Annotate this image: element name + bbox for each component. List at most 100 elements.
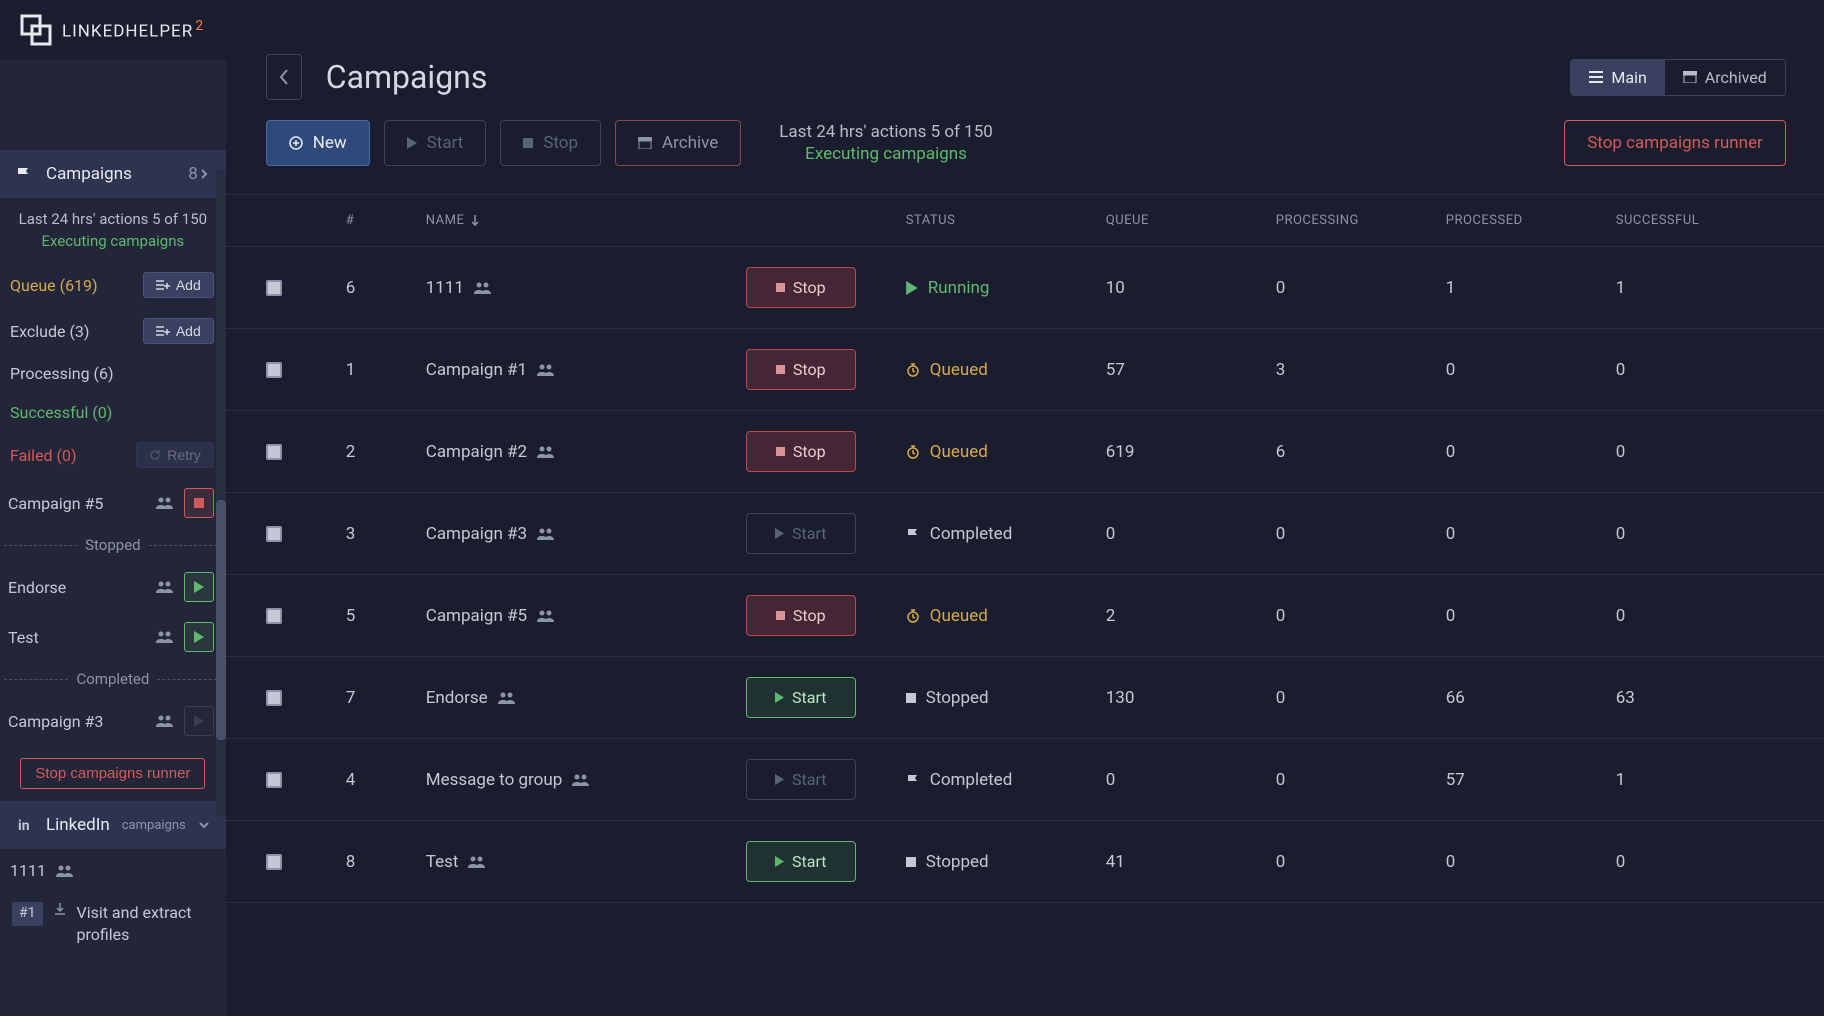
- table-row: 2Campaign #2StopQueued619600: [226, 411, 1824, 493]
- archive-icon: [638, 137, 652, 149]
- completed-icon: [906, 527, 920, 541]
- row-name[interactable]: Campaign #5: [426, 606, 746, 626]
- sidebar-nav-campaigns[interactable]: Campaigns 8: [0, 150, 226, 198]
- row-processed: 0: [1446, 524, 1616, 544]
- th-processed[interactable]: PROCESSED: [1446, 213, 1616, 228]
- row-num: 3: [346, 524, 426, 544]
- row-successful: 0: [1616, 524, 1786, 544]
- row-checkbox[interactable]: [266, 444, 282, 460]
- row-checkbox[interactable]: [266, 690, 282, 706]
- row-status: Stopped: [906, 852, 1106, 872]
- back-button[interactable]: [266, 54, 302, 100]
- row-checkbox[interactable]: [266, 362, 282, 378]
- sidebar-processing[interactable]: Processing (6): [0, 354, 226, 393]
- th-name[interactable]: NAME: [426, 213, 746, 228]
- row-queue: 41: [1106, 852, 1276, 872]
- sidebar-account[interactable]: 1111: [0, 849, 226, 892]
- row-processing: 0: [1276, 606, 1446, 626]
- th-num[interactable]: #: [346, 213, 426, 228]
- row-checkbox[interactable]: [266, 280, 282, 296]
- row-processed: 66: [1446, 688, 1616, 708]
- main: Campaigns Main Archived New Start Stop: [226, 0, 1824, 1016]
- retry-button[interactable]: Retry: [136, 442, 213, 468]
- completed-divider: Completed: [0, 662, 226, 696]
- row-checkbox[interactable]: [266, 772, 282, 788]
- campaign-stop-button[interactable]: [184, 488, 214, 518]
- sidebar-stopped-campaign[interactable]: Test: [0, 612, 226, 662]
- row-num: 6: [346, 278, 426, 298]
- row-name[interactable]: Campaign #1: [426, 360, 746, 380]
- stop-icon: [523, 138, 533, 148]
- row-stop-button[interactable]: Stop: [746, 431, 856, 472]
- sidebar-failed[interactable]: Failed (0) Retry: [0, 432, 226, 478]
- row-processing: 0: [1276, 524, 1446, 544]
- start-button[interactable]: Start: [384, 120, 487, 166]
- people-icon: [156, 581, 174, 593]
- tab-archived[interactable]: Archived: [1665, 60, 1785, 95]
- th-status[interactable]: STATUS: [906, 213, 1106, 228]
- row-successful: 1: [1616, 770, 1786, 790]
- row-processed: 0: [1446, 360, 1616, 380]
- row-name[interactable]: Endorse: [426, 688, 746, 708]
- people-icon: [156, 631, 174, 643]
- failed-label: Failed (0): [10, 446, 136, 465]
- people-icon: [156, 497, 174, 509]
- people-icon: [56, 865, 74, 877]
- stop-button[interactable]: Stop: [500, 120, 601, 166]
- row-queue: 0: [1106, 770, 1276, 790]
- sidebar-successful[interactable]: Successful (0): [0, 393, 226, 432]
- list-icon: [1589, 71, 1603, 83]
- plus-icon: [289, 136, 303, 150]
- sidebar-linkedin[interactable]: in LinkedIn campaigns: [0, 801, 226, 849]
- archive-button[interactable]: Archive: [615, 120, 741, 166]
- list-add-icon: [156, 326, 170, 336]
- queue-add-button[interactable]: Add: [143, 272, 214, 298]
- stopped-icon: [906, 693, 916, 703]
- sidebar-queue[interactable]: Queue (619) Add: [0, 262, 226, 308]
- completed-icon: [906, 773, 920, 787]
- row-name[interactable]: Message to group: [426, 770, 746, 790]
- sidebar-exclude[interactable]: Exclude (3) Add: [0, 308, 226, 354]
- sidebar-stop-runner-button[interactable]: Stop campaigns runner: [20, 758, 205, 789]
- row-name[interactable]: 1111: [426, 278, 746, 298]
- row-start-button[interactable]: Start: [746, 513, 856, 554]
- row-name[interactable]: Test: [426, 852, 746, 872]
- tab-main[interactable]: Main: [1571, 60, 1664, 95]
- row-processed: 1: [1446, 278, 1616, 298]
- row-num: 1: [346, 360, 426, 380]
- processing-label: Processing (6): [10, 364, 214, 383]
- scrollbar-thumb[interactable]: [216, 500, 226, 740]
- row-checkbox[interactable]: [266, 526, 282, 542]
- exclude-add-button[interactable]: Add: [143, 318, 214, 344]
- sidebar-stopped-campaign[interactable]: Endorse: [0, 562, 226, 612]
- row-start-button[interactable]: Start: [746, 841, 856, 882]
- successful-label: Successful (0): [10, 403, 214, 422]
- scrollbar[interactable]: [216, 170, 226, 816]
- th-queue[interactable]: QUEUE: [1106, 213, 1276, 228]
- row-stop-button[interactable]: Stop: [746, 595, 856, 636]
- row-successful: 1: [1616, 278, 1786, 298]
- sidebar-completed-campaign[interactable]: Campaign #3: [0, 696, 226, 746]
- row-name[interactable]: Campaign #2: [426, 442, 746, 462]
- th-processing[interactable]: PROCESSING: [1276, 213, 1446, 228]
- row-start-button[interactable]: Start: [746, 677, 856, 718]
- sidebar-active-campaign[interactable]: Campaign #5: [0, 478, 226, 528]
- running-icon: [906, 281, 918, 295]
- row-checkbox[interactable]: [266, 608, 282, 624]
- campaign-play-button[interactable]: [184, 572, 214, 602]
- table-row: 8TestStartStopped41000: [226, 821, 1824, 903]
- row-successful: 0: [1616, 442, 1786, 462]
- row-num: 8: [346, 852, 426, 872]
- row-start-button[interactable]: Start: [746, 759, 856, 800]
- row-checkbox[interactable]: [266, 854, 282, 870]
- row-name[interactable]: Campaign #3: [426, 524, 746, 544]
- row-stop-button[interactable]: Stop: [746, 349, 856, 390]
- row-stop-button[interactable]: Stop: [746, 267, 856, 308]
- campaign-play-button[interactable]: [184, 622, 214, 652]
- new-button[interactable]: New: [266, 120, 370, 166]
- campaign-play-button[interactable]: [184, 706, 214, 736]
- stop-runner-button[interactable]: Stop campaigns runner: [1564, 120, 1786, 166]
- sidebar-task[interactable]: #1 Visit and extract profiles: [0, 892, 226, 957]
- th-successful[interactable]: SUCCESSFUL: [1616, 213, 1786, 228]
- row-queue: 57: [1106, 360, 1276, 380]
